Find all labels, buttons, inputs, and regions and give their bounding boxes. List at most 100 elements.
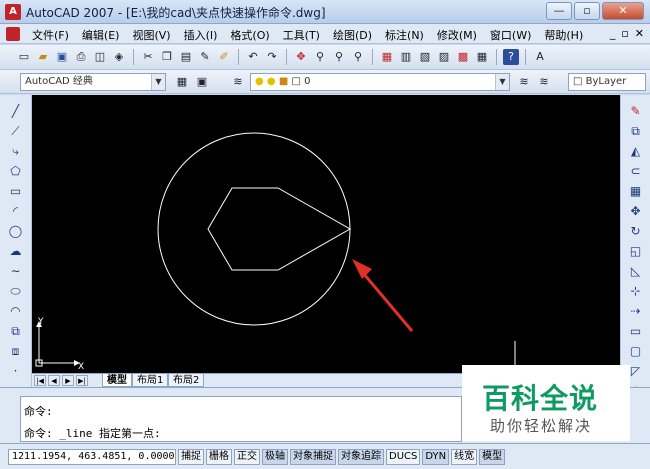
chevron-down-icon[interactable]: ▼ (151, 74, 165, 90)
zoom-realtime-icon[interactable]: ⚲ (312, 49, 328, 65)
stretch-icon[interactable]: ◺ (628, 263, 644, 279)
layer-select[interactable]: ● ● ■ □ 0 ▼ (250, 73, 510, 91)
lineweight-toggle[interactable]: 线宽 (451, 449, 478, 465)
coordinates-display[interactable]: 1211.1954, 463.4851, 0.0000 (8, 449, 176, 465)
minimize-button[interactable]: — (546, 2, 572, 20)
publish-icon[interactable]: ◈ (111, 49, 127, 65)
rotate-icon[interactable]: ↻ (628, 223, 644, 239)
dyn-toggle[interactable]: DYN (422, 449, 450, 465)
grid-toggle[interactable]: 栅格 (206, 449, 232, 465)
layer-manager-icon[interactable]: ≋ (230, 74, 246, 90)
model-toggle[interactable]: 模型 (479, 449, 506, 465)
menu-tools[interactable]: 工具(T) (277, 27, 327, 43)
tab-layout1[interactable]: 布局1 (132, 374, 169, 387)
plot-preview-icon[interactable]: ◫ (92, 49, 108, 65)
open-file-icon[interactable]: ▰ (35, 49, 51, 65)
arc-icon[interactable]: ◜ (8, 203, 24, 219)
line-icon[interactable]: ╱ (8, 103, 24, 119)
first-tab-icon[interactable]: |◀ (34, 375, 46, 386)
array-icon[interactable]: ▦ (628, 183, 644, 199)
menu-window[interactable]: 窗口(W) (484, 27, 538, 43)
offset-icon[interactable]: ⊂ (628, 163, 644, 179)
prev-tab-icon[interactable]: ◀ (48, 375, 60, 386)
join-icon[interactable]: ▢ (628, 343, 644, 359)
layer-previous-icon[interactable]: ≋ (536, 74, 552, 90)
workspace-settings-icon[interactable]: ▦ (174, 74, 190, 90)
ellipse-arc-icon[interactable]: ◠ (8, 303, 24, 319)
menu-dimension[interactable]: 标注(N) (379, 27, 431, 43)
menu-format[interactable]: 格式(O) (224, 27, 276, 43)
ortho-toggle[interactable]: 正交 (234, 449, 260, 465)
ellipse-icon[interactable]: ⬭ (8, 283, 24, 299)
mirror-icon[interactable]: ◭ (628, 143, 644, 159)
block-editor-icon[interactable]: ✐ (216, 49, 232, 65)
markup-icon[interactable]: ▩ (455, 49, 471, 65)
doc-close-button[interactable]: ✕ (635, 27, 644, 40)
move-icon[interactable]: ✥ (628, 203, 644, 219)
spline-icon[interactable]: ∼ (8, 263, 24, 279)
zoom-window-icon[interactable]: ⚲ (331, 49, 347, 65)
workspace-select[interactable]: AutoCAD 经典 ▼ (20, 73, 166, 91)
extend-icon[interactable]: ⇢ (628, 303, 644, 319)
menu-edit[interactable]: 编辑(E) (76, 27, 127, 43)
erase-icon[interactable]: ✎ (628, 103, 644, 119)
copy-object-icon[interactable]: ⧉ (628, 123, 644, 139)
last-tab-icon[interactable]: ▶| (76, 375, 88, 386)
point-icon[interactable]: · (8, 363, 24, 379)
redo-icon[interactable]: ↷ (264, 49, 280, 65)
construction-line-icon[interactable]: ⟋ (8, 123, 24, 139)
polyline-icon[interactable]: ⤷ (8, 143, 24, 159)
osnap-toggle[interactable]: 对象捕捉 (290, 449, 336, 465)
make-current-layer-icon[interactable]: ≋ (516, 74, 532, 90)
snap-toggle[interactable]: 捕捉 (178, 449, 204, 465)
document-icon[interactable] (6, 27, 20, 41)
design-center-icon[interactable]: ▥ (398, 49, 414, 65)
copy-icon[interactable]: ❐ (159, 49, 175, 65)
save-icon[interactable]: ▣ (54, 49, 70, 65)
menu-modify[interactable]: 修改(M) (431, 27, 484, 43)
ducs-toggle[interactable]: DUCS (386, 449, 421, 465)
menu-view[interactable]: 视图(V) (126, 27, 177, 43)
pan-icon[interactable]: ✥ (293, 49, 309, 65)
match-properties-icon[interactable]: ✎ (197, 49, 213, 65)
command-history[interactable]: 命令: 命令: _line 指定第一点: (20, 396, 462, 442)
otrack-toggle[interactable]: 对象追踪 (338, 449, 384, 465)
scale-icon[interactable]: ◱ (628, 243, 644, 259)
polygon-icon[interactable]: ⬠ (8, 163, 24, 179)
plot-icon[interactable]: ⎙ (73, 49, 89, 65)
break-icon[interactable]: ▭ (628, 323, 644, 339)
menu-insert[interactable]: 插入(I) (178, 27, 225, 43)
menu-file[interactable]: 文件(F) (26, 27, 76, 43)
drawn-circle[interactable] (157, 132, 351, 326)
help-icon[interactable]: ? (503, 49, 519, 65)
circle-icon[interactable]: ◯ (8, 223, 24, 239)
restore-button[interactable]: ▫ (574, 2, 600, 20)
text-style-icon[interactable]: A (532, 49, 548, 65)
tool-palettes-icon[interactable]: ▧ (417, 49, 433, 65)
cut-icon[interactable]: ✂ (140, 49, 156, 65)
properties-icon[interactable]: ▦ (379, 49, 395, 65)
doc-restore-button[interactable]: ▫ (621, 27, 628, 40)
close-button[interactable]: ✕ (602, 2, 644, 20)
chevron-down-icon[interactable]: ▼ (495, 74, 509, 90)
next-tab-icon[interactable]: ▶ (62, 375, 74, 386)
new-file-icon[interactable]: ▭ (16, 49, 32, 65)
drawn-polyline-shape[interactable] (207, 187, 352, 271)
zoom-previous-icon[interactable]: ⚲ (350, 49, 366, 65)
polar-toggle[interactable]: 极轴 (262, 449, 288, 465)
workspace-save-icon[interactable]: ▣ (194, 74, 210, 90)
rectangle-icon[interactable]: ▭ (8, 183, 24, 199)
tab-model[interactable]: 模型 (102, 374, 132, 387)
color-select[interactable]: □ ByLayer (568, 73, 646, 91)
undo-icon[interactable]: ↶ (245, 49, 261, 65)
menu-help[interactable]: 帮助(H) (538, 27, 590, 43)
sheet-set-icon[interactable]: ▨ (436, 49, 452, 65)
revision-cloud-icon[interactable]: ☁ (8, 243, 24, 259)
drawing-canvas[interactable]: X Y (32, 95, 620, 373)
make-block-icon[interactable]: ⧈ (8, 343, 24, 359)
autocad-app-icon[interactable]: A (5, 4, 21, 20)
calculator-icon[interactable]: ▦ (474, 49, 490, 65)
insert-block-icon[interactable]: ⧉ (8, 323, 24, 339)
paste-icon[interactable]: ▤ (178, 49, 194, 65)
tab-layout2[interactable]: 布局2 (168, 374, 205, 387)
